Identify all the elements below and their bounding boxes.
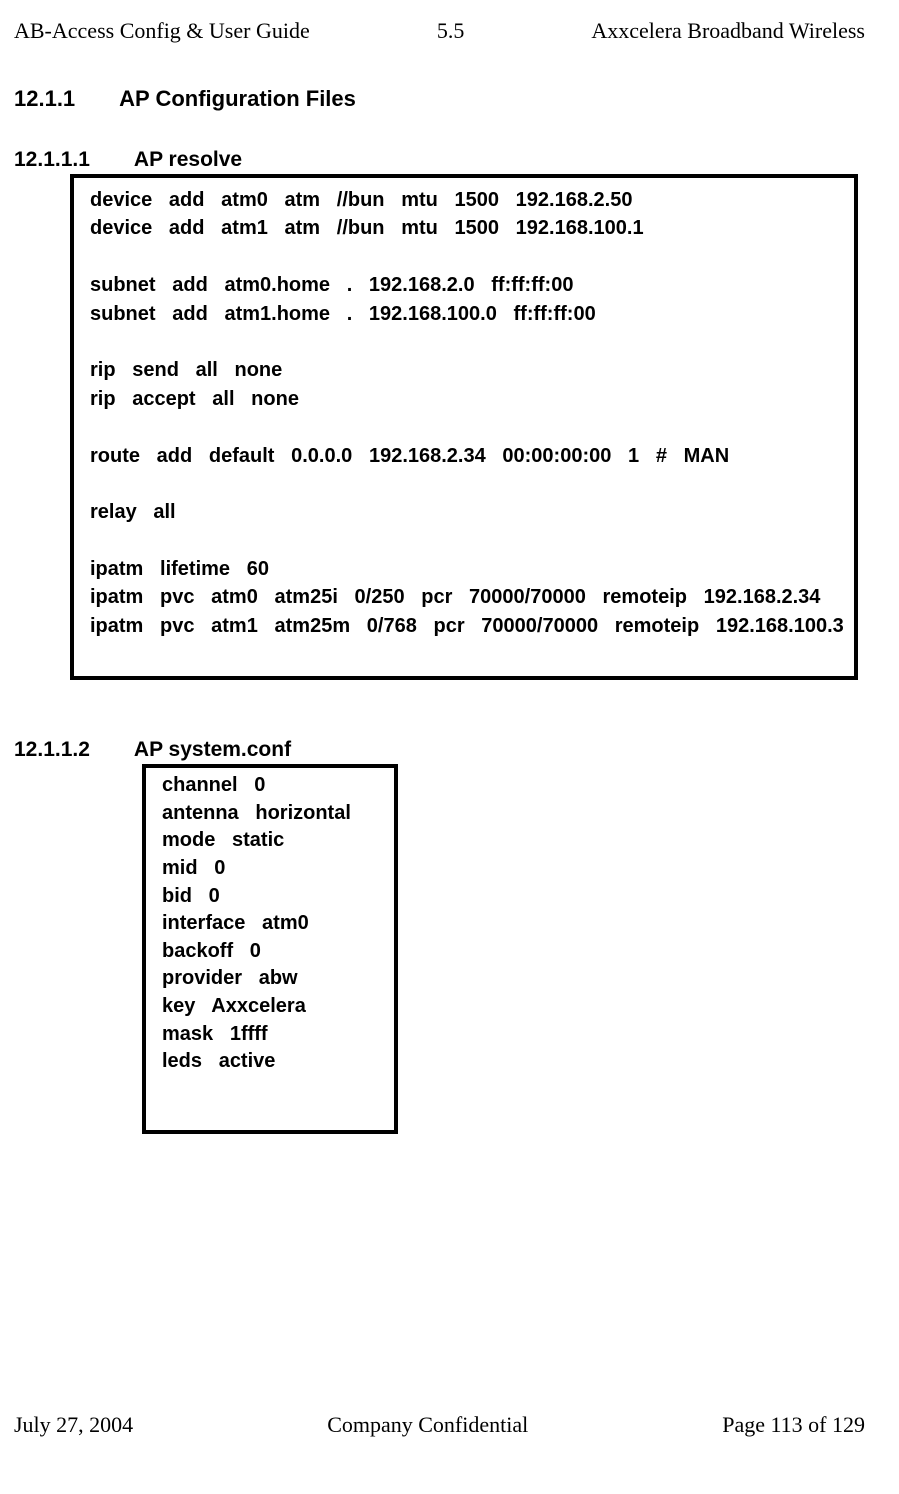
subsection-number: 12.1.1.2 [14, 738, 90, 761]
header-right: Axxcelera Broadband Wireless [591, 18, 865, 44]
subsection-title: AP system.conf [134, 738, 291, 761]
ap-resolve-config: device add atm0 atm //bun mtu 1500 192.1… [70, 174, 858, 680]
section-number: 12.1.1 [14, 86, 75, 111]
page-content: 12.1.1 AP Configuration Files 12.1.1.1 AP … [0, 44, 899, 1134]
header-center: 5.5 [437, 18, 465, 44]
subsection-heading-ap-system-conf: 12.1.1.2 AP system.conf [14, 738, 885, 762]
footer-right: Page 113 of 129 [722, 1412, 865, 1438]
page-footer: July 27, 2004 Company Confidential Page … [0, 1412, 899, 1438]
footer-left: July 27, 2004 [14, 1412, 133, 1438]
page-header: AB-Access Config & User Guide 5.5 Axxcel… [0, 0, 899, 44]
subsection-title: AP resolve [134, 148, 242, 171]
section-title: AP Configuration Files [119, 86, 356, 111]
header-left: AB-Access Config & User Guide [14, 18, 310, 44]
subsection-heading-ap-resolve: 12.1.1.1 AP resolve [14, 148, 885, 172]
subsection-number: 12.1.1.1 [14, 148, 90, 171]
footer-center: Company Confidential [327, 1412, 528, 1438]
ap-system-conf-config: channel 0 antenna horizontal mode static… [142, 764, 398, 1134]
section-heading: 12.1.1 AP Configuration Files [14, 86, 885, 112]
